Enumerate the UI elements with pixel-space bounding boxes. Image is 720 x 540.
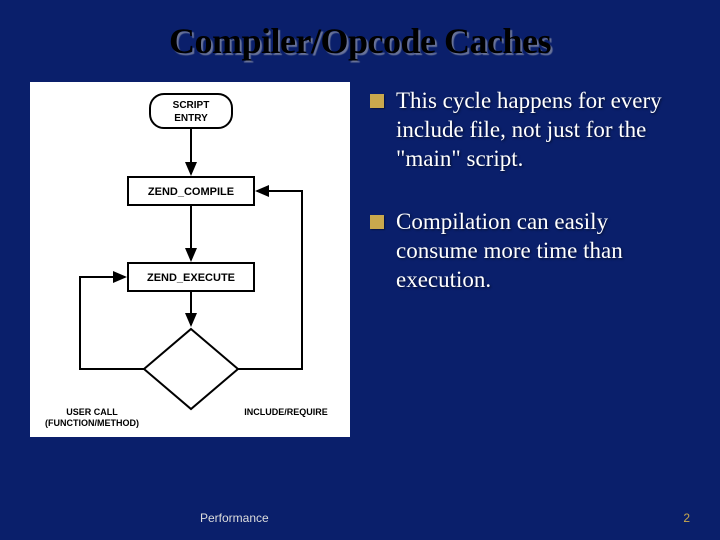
flowchart-svg: SCRIPT ENTRY ZEND_COMPILE ZEND_EXECUTE U… [30,82,350,437]
script-entry-label-1: SCRIPT [173,100,210,111]
bullet-icon [370,94,384,108]
zend-execute-label: ZEND_EXECUTE [147,272,235,284]
user-call-label-1: USER CALL [66,407,118,417]
script-entry-label-2: ENTRY [174,113,208,124]
content-area: SCRIPT ENTRY ZEND_COMPILE ZEND_EXECUTE U… [0,72,720,437]
footer-label: Performance [200,511,269,525]
arrow-include-loop [238,191,302,369]
bullet-item: Compilation can easily consume more time… [370,208,690,294]
flowchart-diagram: SCRIPT ENTRY ZEND_COMPILE ZEND_EXECUTE U… [30,82,350,437]
slide-title: Compiler/Opcode Caches [0,0,720,72]
bullet-icon [370,215,384,229]
user-call-label-2: (FUNCTION/METHOD) [45,418,139,428]
bullet-list: This cycle happens for every include fil… [370,82,690,437]
bullet-text: Compilation can easily consume more time… [396,208,690,294]
decision-diamond [144,329,238,409]
bullet-text: This cycle happens for every include fil… [396,87,690,173]
include-require-label: INCLUDE/REQUIRE [244,407,328,417]
page-number: 2 [683,511,690,525]
bullet-item: This cycle happens for every include fil… [370,87,690,173]
zend-compile-label: ZEND_COMPILE [148,186,234,198]
